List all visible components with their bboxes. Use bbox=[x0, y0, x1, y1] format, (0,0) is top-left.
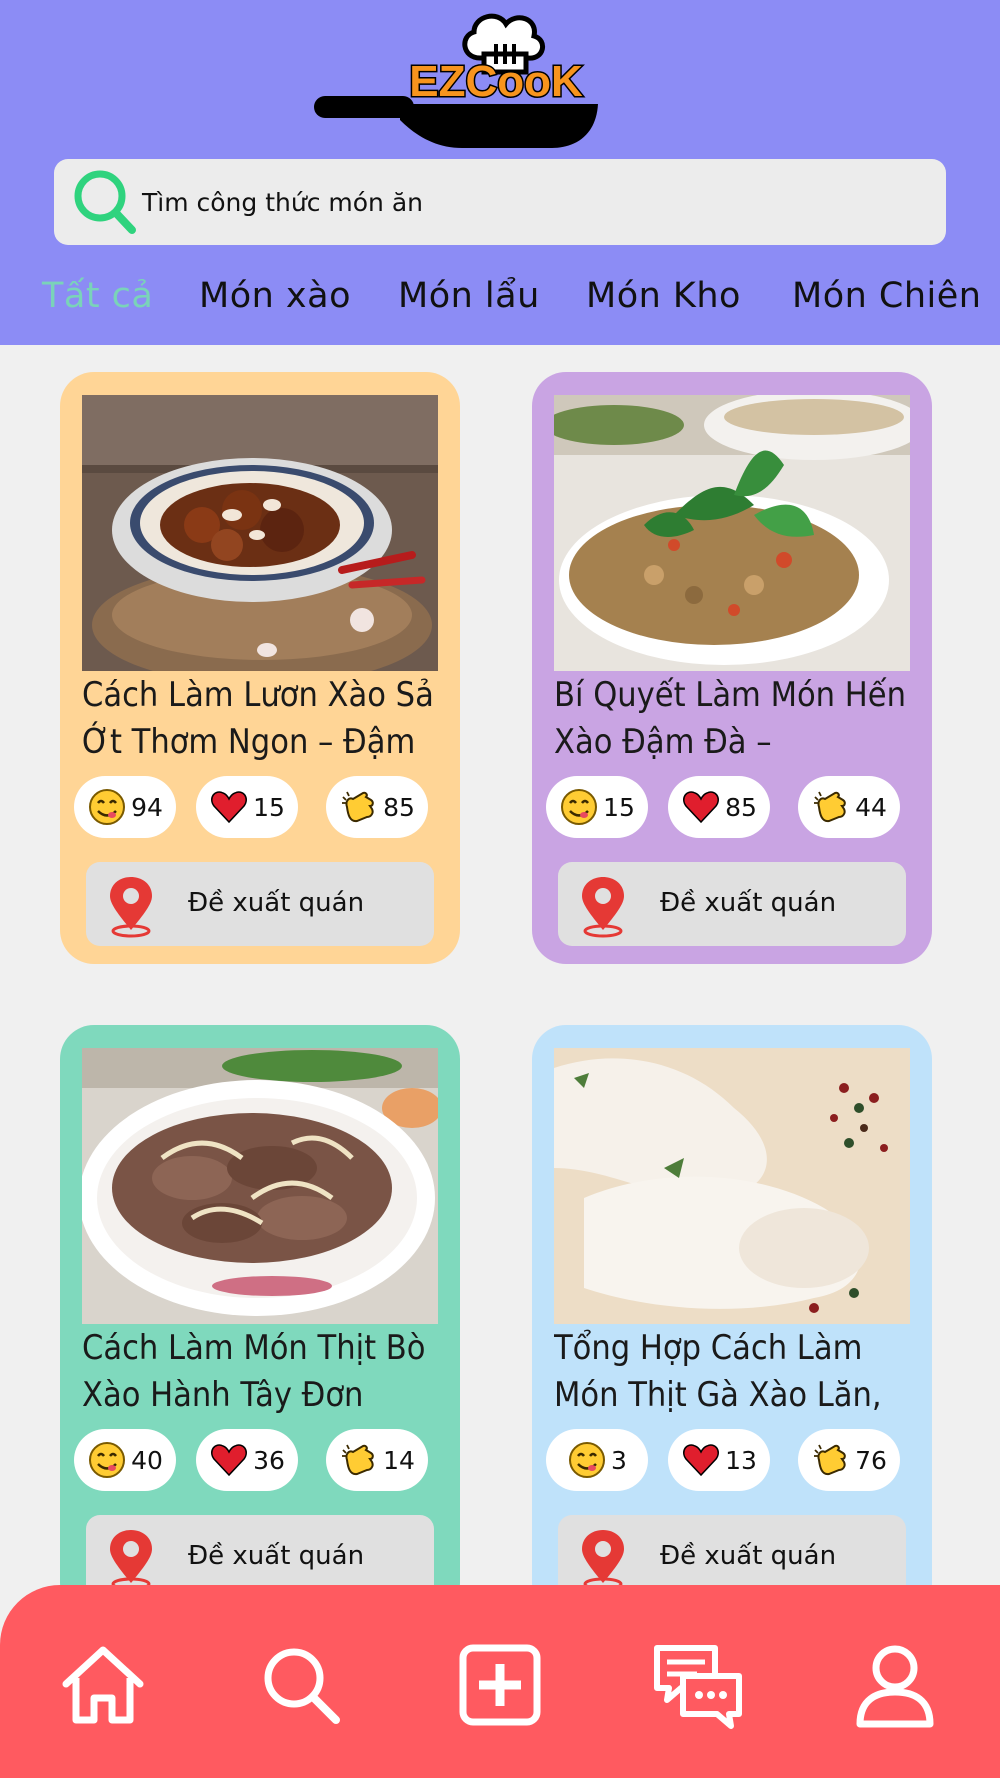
app-header: EZCooK Tìm công thức món ăn Tất cả Món x… bbox=[0, 0, 1000, 345]
tab-all[interactable]: Tất cả bbox=[42, 276, 153, 316]
clap-reaction[interactable]: 14 bbox=[326, 1429, 428, 1491]
heart-icon bbox=[211, 1444, 248, 1477]
clap-reaction[interactable]: 76 bbox=[798, 1429, 900, 1491]
yum-count: 40 bbox=[131, 1445, 163, 1475]
stir-fried-eel-photo[interactable] bbox=[82, 395, 438, 671]
yum-reaction[interactable]: 94 bbox=[74, 776, 176, 838]
chat-icon bbox=[654, 1645, 742, 1729]
clap-icon bbox=[342, 791, 374, 823]
recipe-title[interactable]: Cách Làm Món Thịt Bò Xào Hành Tây Đơn bbox=[82, 1325, 450, 1425]
recipe-card[interactable]: Cách Làm Lươn Xào Sả Ớt Thơm Ngon – Đậm … bbox=[60, 372, 460, 964]
heart-icon bbox=[683, 1444, 720, 1477]
add-post-icon bbox=[459, 1644, 541, 1726]
nav-search[interactable] bbox=[256, 1640, 346, 1730]
love-reaction[interactable]: 13 bbox=[668, 1429, 770, 1491]
heart-icon bbox=[683, 791, 720, 824]
love-count: 36 bbox=[253, 1445, 285, 1475]
suggest-label[interactable]: Đề xuất quán bbox=[660, 888, 836, 918]
clap-count: 85 bbox=[383, 792, 415, 822]
love-reaction[interactable]: 36 bbox=[196, 1429, 298, 1491]
tab-fried[interactable]: Món Chiên bbox=[792, 276, 981, 316]
heart-icon bbox=[211, 791, 248, 824]
clap-icon bbox=[342, 1444, 374, 1476]
clap-reaction[interactable]: 44 bbox=[798, 776, 900, 838]
search-placeholder[interactable]: Tìm công thức món ăn bbox=[142, 188, 423, 217]
suggest-restaurant-button[interactable]: Đề xuất quán bbox=[86, 862, 434, 946]
search-bar[interactable]: Tìm công thức món ăn bbox=[54, 159, 946, 245]
yum-face-icon bbox=[569, 1442, 606, 1478]
love-count: 15 bbox=[253, 792, 285, 822]
yum-reaction[interactable]: 3 bbox=[546, 1429, 648, 1491]
yum-reaction[interactable]: 40 bbox=[74, 1429, 176, 1491]
ezcook-logo: EZCooK bbox=[312, 8, 602, 153]
recipe-title[interactable]: Cách Làm Lươn Xào Sả Ớt Thơm Ngon – Đậm bbox=[82, 672, 450, 772]
logo-text: EZCooK bbox=[409, 57, 583, 106]
nav-chat[interactable] bbox=[653, 1640, 743, 1730]
love-count: 85 bbox=[725, 792, 757, 822]
clap-count: 76 bbox=[855, 1445, 887, 1475]
love-count: 13 bbox=[725, 1445, 757, 1475]
tab-hotpot[interactable]: Món lẩu bbox=[398, 276, 540, 316]
location-pin-icon bbox=[110, 877, 152, 938]
suggest-label[interactable]: Đề xuất quán bbox=[188, 888, 364, 918]
yum-count: 94 bbox=[131, 792, 163, 822]
recipe-card[interactable]: Tổng Hợp Cách Làm Món Thịt Gà Xào Lăn, 3… bbox=[532, 1025, 932, 1617]
love-reaction[interactable]: 15 bbox=[196, 776, 298, 838]
recipe-title[interactable]: Tổng Hợp Cách Làm Món Thịt Gà Xào Lăn, bbox=[554, 1325, 922, 1425]
yum-count: 3 bbox=[611, 1445, 627, 1475]
raw-chicken-photo[interactable] bbox=[554, 1048, 910, 1324]
yum-face-icon bbox=[561, 789, 598, 825]
tab-stir-fry[interactable]: Món xào bbox=[199, 276, 351, 316]
beef-onion-photo[interactable] bbox=[82, 1048, 438, 1324]
yum-reaction[interactable]: 15 bbox=[546, 776, 648, 838]
tab-braised[interactable]: Món Kho bbox=[586, 276, 741, 316]
home-icon bbox=[62, 1646, 144, 1724]
clap-icon bbox=[814, 791, 846, 823]
nav-add-post[interactable] bbox=[455, 1640, 545, 1730]
search-icon bbox=[74, 170, 136, 234]
recipe-card[interactable]: Cách Làm Món Thịt Bò Xào Hành Tây Đơn 40… bbox=[60, 1025, 460, 1617]
love-reaction[interactable]: 85 bbox=[668, 776, 770, 838]
stir-fried-clams-photo[interactable] bbox=[554, 395, 910, 671]
clap-reaction[interactable]: 85 bbox=[326, 776, 428, 838]
yum-face-icon bbox=[89, 1442, 126, 1478]
recipe-card[interactable]: Bí Quyết Làm Món Hến Xào Đậm Đà – 15 85 … bbox=[532, 372, 932, 964]
nav-home[interactable] bbox=[58, 1640, 148, 1730]
suggest-label[interactable]: Đề xuất quán bbox=[188, 1541, 364, 1571]
search-icon bbox=[264, 1648, 340, 1724]
location-pin-icon bbox=[110, 1530, 152, 1591]
clap-count: 14 bbox=[383, 1445, 415, 1475]
category-tabs: Tất cả Món xào Món lẩu Món Kho Món Chiên bbox=[0, 276, 1000, 322]
suggest-label[interactable]: Đề xuất quán bbox=[660, 1541, 836, 1571]
suggest-restaurant-button[interactable]: Đề xuất quán bbox=[558, 862, 906, 946]
yum-count: 15 bbox=[603, 792, 635, 822]
yum-face-icon bbox=[89, 789, 126, 825]
profile-icon bbox=[856, 1645, 934, 1728]
location-pin-icon bbox=[582, 1530, 624, 1591]
recipe-title[interactable]: Bí Quyết Làm Món Hến Xào Đậm Đà – bbox=[554, 672, 922, 772]
clap-count: 44 bbox=[855, 792, 887, 822]
nav-profile[interactable] bbox=[850, 1640, 940, 1730]
location-pin-icon bbox=[582, 877, 624, 938]
clap-icon bbox=[814, 1444, 846, 1476]
